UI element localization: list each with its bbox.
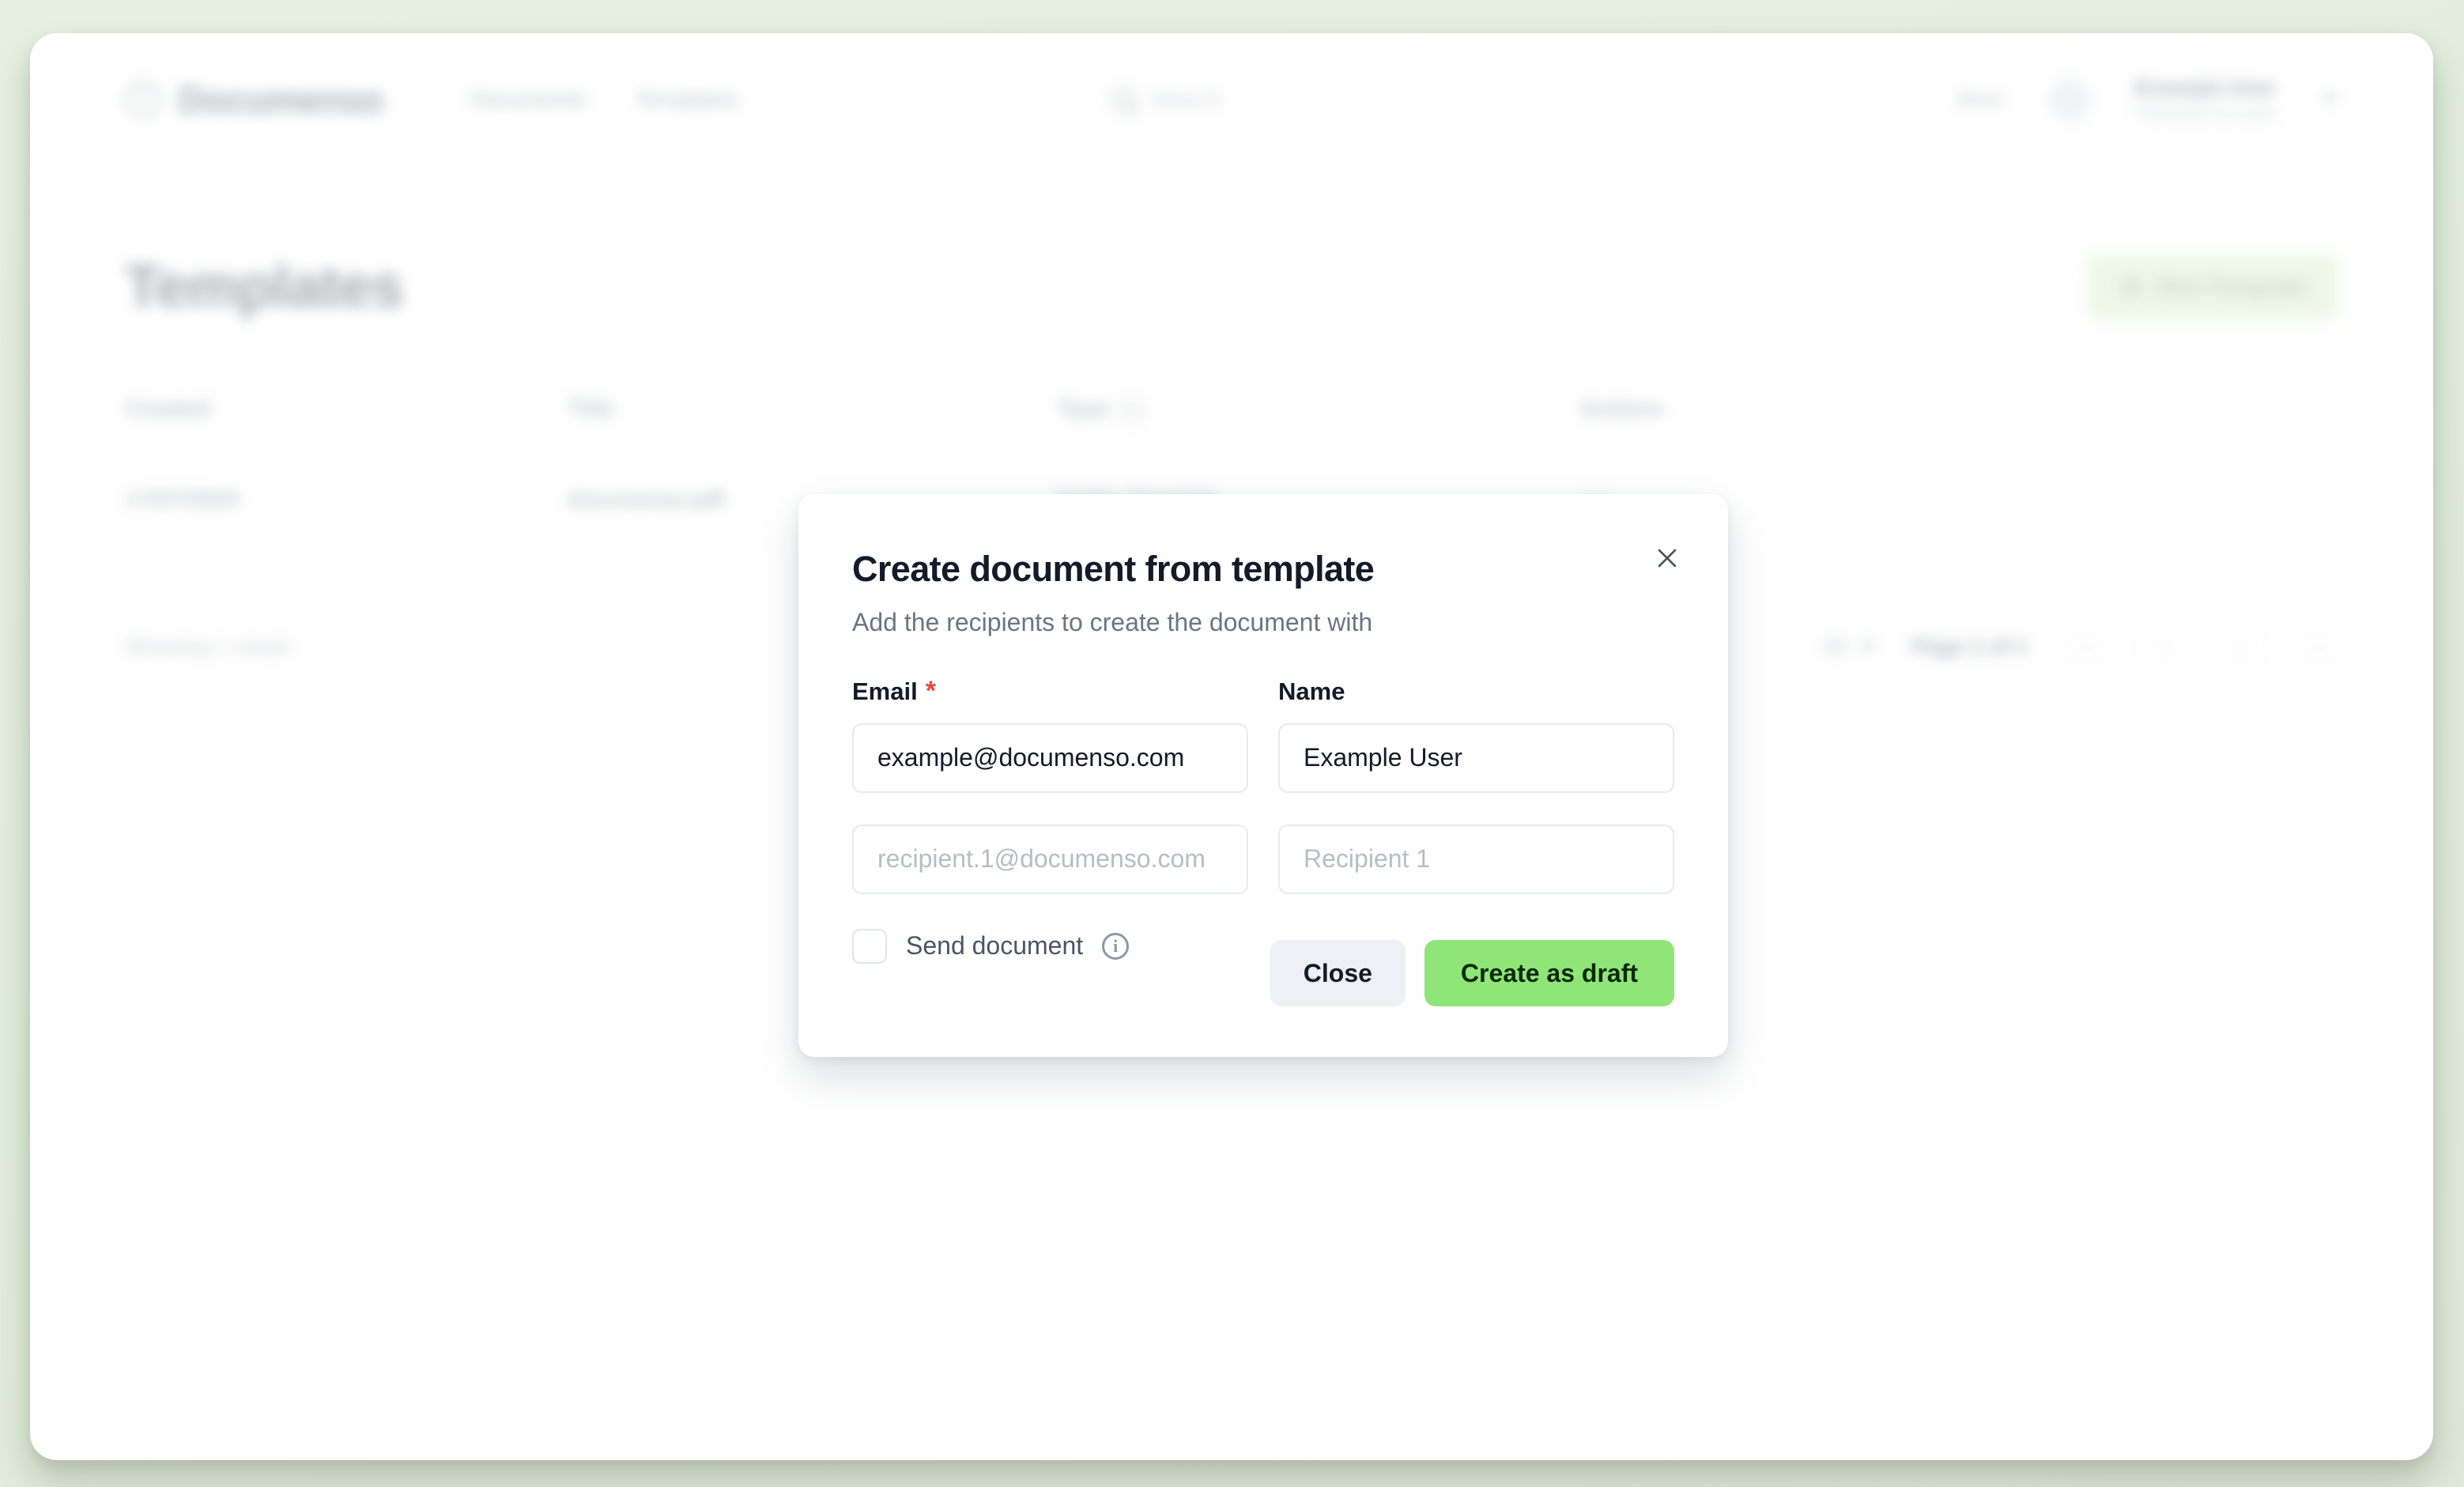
- recipient-1-name-input[interactable]: [1278, 723, 1674, 793]
- required-marker: *: [925, 675, 936, 706]
- info-icon[interactable]: i: [1102, 932, 1130, 960]
- app-window-card: Documenso Documents Templates Search Bet…: [30, 33, 2433, 1460]
- recipients-form: Email * Name: [852, 677, 1674, 894]
- form-row-spacer: [852, 793, 1674, 825]
- recipient-2-name-input[interactable]: [1278, 824, 1674, 894]
- create-document-dialog: Create document from template Add the re…: [798, 494, 1728, 1057]
- dialog-subtitle: Add the recipients to create the documen…: [852, 607, 1373, 636]
- recipient-1-email-input[interactable]: [852, 723, 1248, 793]
- dialog-actions: Close Create as draft: [1270, 940, 1674, 1006]
- email-label-text: Email: [852, 677, 918, 705]
- close-icon[interactable]: [1647, 538, 1687, 578]
- name-label: Name: [1278, 677, 1674, 706]
- recipient-2-email-input[interactable]: [852, 824, 1248, 894]
- email-label: Email *: [852, 677, 1248, 706]
- name-label-text: Name: [1278, 677, 1345, 705]
- send-document-checkbox[interactable]: [852, 928, 887, 964]
- send-document-label: Send document: [906, 931, 1084, 960]
- create-as-draft-button[interactable]: Create as draft: [1424, 940, 1674, 1006]
- close-button[interactable]: Close: [1270, 940, 1406, 1006]
- dialog-title: Create document from template: [852, 549, 1375, 589]
